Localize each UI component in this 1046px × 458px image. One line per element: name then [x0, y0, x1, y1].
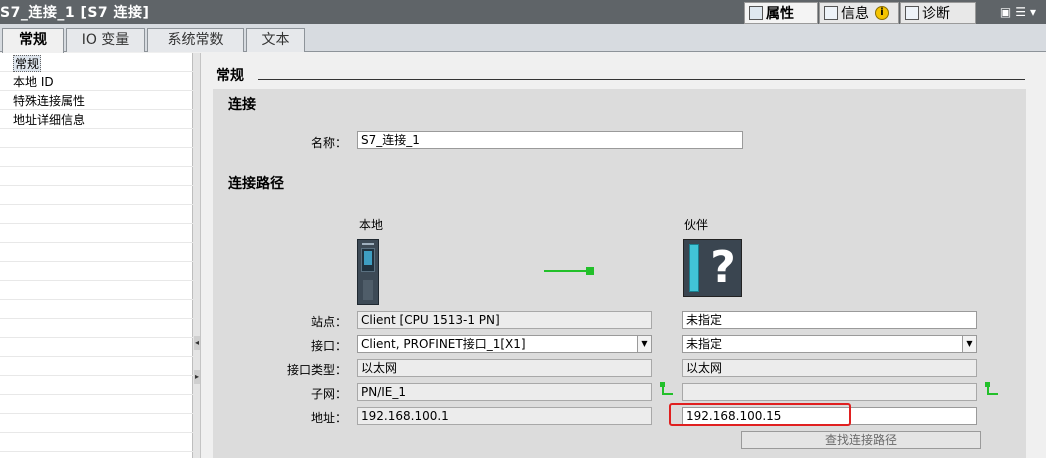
partner-subnet-field: [682, 383, 977, 401]
station-label: 站点：: [310, 315, 347, 329]
local-heading: 本地: [359, 218, 384, 232]
tab-system-constants[interactable]: 系统常数: [147, 28, 244, 52]
tab-bar: 常规 IO 变量 系统常数 文本: [0, 24, 1046, 53]
connection-path-heading: 连接路径: [228, 176, 284, 192]
partner-heading: 伙伴: [684, 218, 709, 232]
nav-item-special-properties[interactable]: 特殊连接属性: [13, 93, 85, 110]
expand-right-icon[interactable]: ▸: [194, 370, 200, 384]
find-connection-path-button[interactable]: 查找连接路径: [741, 431, 981, 449]
name-label: 名称：: [310, 136, 347, 150]
inspector-tab-properties[interactable]: 属性: [744, 2, 818, 24]
local-station-field: Client [CPU 1513-1 PN]: [357, 311, 652, 329]
local-subnet-field: PN/IE_1: [357, 383, 652, 401]
local-subnet-link-icon: [660, 382, 674, 396]
chevron-down-icon[interactable]: ▼: [962, 336, 976, 352]
section-title: 常规: [216, 68, 244, 84]
connection-link-endpoint: [586, 267, 594, 275]
collapse-left-icon[interactable]: ◂: [194, 336, 200, 350]
menu-icon[interactable]: ☰: [1015, 5, 1030, 19]
properties-icon: [749, 6, 763, 20]
interface-type-label: 接口类型：: [286, 363, 347, 377]
general-panel: 连接 名称： S7_连接_1 连接路径 本地 伙伴 ? 站点： Client […: [213, 89, 1026, 458]
local-cpu-icon: [357, 239, 379, 305]
partner-subnet-link-icon: [985, 382, 999, 396]
info-icon: [824, 6, 838, 20]
nav-item-local-id[interactable]: 本地 ID: [13, 74, 54, 91]
connection-heading: 连接: [228, 97, 256, 113]
address-label: 地址：: [310, 411, 347, 425]
window-title: S7_连接_1 [S7 连接]: [0, 5, 150, 21]
title-bar: S7_连接_1 [S7 连接] 属性 信息 i 诊断 ▣☰▾: [0, 0, 1046, 24]
tab-texts[interactable]: 文本: [246, 28, 305, 52]
inspector-tab-info[interactable]: 信息 i: [819, 2, 899, 24]
info-badge-icon: i: [875, 6, 889, 20]
connection-link-line: [544, 270, 588, 272]
nav-item-general[interactable]: 常规: [13, 55, 42, 72]
subnet-label: 子网：: [310, 387, 347, 401]
section-divider: [258, 79, 1025, 80]
tab-io-tags[interactable]: IO 变量: [66, 28, 145, 52]
interface-label: 接口：: [310, 339, 347, 353]
chevron-down-icon[interactable]: ▾: [1030, 5, 1040, 19]
left-nav: 常规 本地 ID 特殊连接属性 地址详细信息: [0, 53, 193, 458]
properties-pane: 常规 连接 名称： S7_连接_1 连接路径 本地 伙伴 ? 站点： Clien…: [202, 53, 1046, 458]
restore-icon[interactable]: ▣: [1000, 5, 1015, 19]
partner-station-field[interactable]: 未指定: [682, 311, 977, 329]
highlight-annotation: [669, 403, 851, 426]
partner-interface-select[interactable]: 未指定 ▼: [682, 335, 977, 353]
window-controls[interactable]: ▣☰▾: [1000, 5, 1040, 19]
chevron-down-icon[interactable]: ▼: [637, 336, 651, 352]
nav-item-address-details[interactable]: 地址详细信息: [13, 112, 85, 129]
unknown-partner-icon: ?: [683, 239, 742, 297]
pane-splitter[interactable]: ◂ ▸: [193, 53, 201, 458]
tab-general[interactable]: 常规: [2, 28, 64, 53]
local-interface-select[interactable]: Client, PROFINET接口_1[X1] ▼: [357, 335, 652, 353]
local-interface-type-field: 以太网: [357, 359, 652, 377]
inspector-tab-diagnostics[interactable]: 诊断: [900, 2, 976, 24]
diagnostics-icon: [905, 6, 919, 20]
local-address-field: 192.168.100.1: [357, 407, 652, 425]
name-input[interactable]: S7_连接_1: [357, 131, 743, 149]
partner-interface-type-field: 以太网: [682, 359, 977, 377]
